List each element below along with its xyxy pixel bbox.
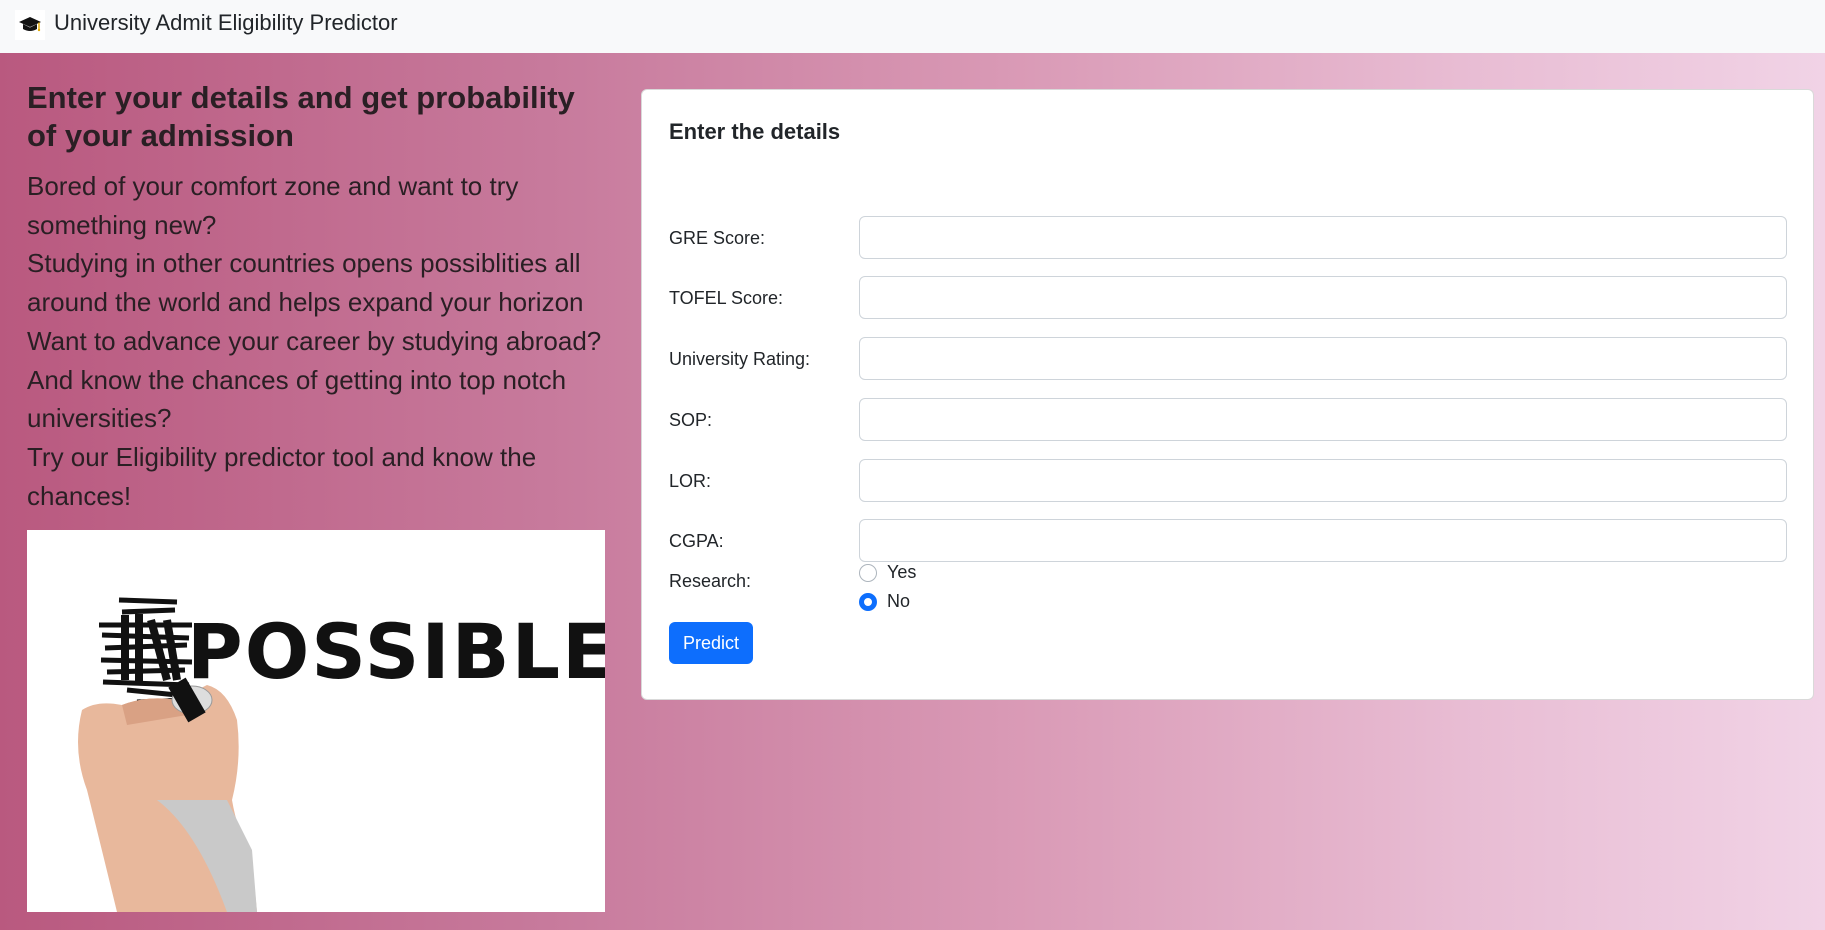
tofel-row: TOFEL Score: [669,276,1789,320]
radio-no-label[interactable]: No [887,591,910,612]
radio-no[interactable] [859,592,877,611]
sop-row: SOP: [669,398,1789,442]
intro-paragraph: Bored of your comfort zone and want to t… [27,167,607,515]
graduation-cap-icon[interactable] [15,9,45,40]
rating-input[interactable] [859,337,1787,380]
research-row: Research: Yes No [669,558,1789,618]
sop-input[interactable] [859,398,1787,441]
intro-line: Bored of your comfort zone and want to t… [27,171,519,201]
cgpa-row: CGPA: [669,519,1789,563]
navbar: University Admit Eligibility Predictor [0,0,1825,53]
intro-line: And know the chances of getting into top… [27,364,567,395]
gre-label: GRE Score: [669,228,766,248]
radio-yes-label[interactable]: Yes [887,562,916,583]
intro-column: Enter your details and get probability o… [27,79,607,515]
intro-line: around the world and helps expand your h… [27,287,584,318]
rating-label: University Rating: [669,349,811,369]
radio-yes[interactable] [859,563,877,582]
illustration-word: POSSIBLE [187,607,605,696]
lor-label: LOR: [669,471,712,491]
intro-line: chances! [27,480,132,511]
cgpa-label: CGPA: [669,531,724,551]
hero-section: Enter your details and get probability o… [0,53,1825,930]
form-title: Enter the details [669,119,841,144]
research-option-no[interactable]: No [859,587,916,616]
research-label: Research: [669,571,752,591]
sop-label: SOP: [669,410,713,430]
impossible-illustration: POSSIBLE [27,530,605,912]
gre-input[interactable] [859,216,1787,259]
details-form-card: Enter the details GRE Score: TOFEL Score… [641,89,1814,700]
intro-line: something new? [27,209,217,240]
lor-input[interactable] [859,459,1787,502]
intro-heading: Enter your details and get probability o… [27,80,575,153]
intro-line: universities? [27,403,172,434]
intro-line: Try our Eligibility predictor tool and k… [27,441,537,472]
intro-line: Studying in other countries opens possib… [27,248,581,279]
gre-row: GRE Score: [669,216,1789,260]
predict-button[interactable]: Predict [669,622,753,664]
app-title[interactable]: University Admit Eligibility Predictor [54,10,398,36]
tofel-label: TOFEL Score: [669,288,784,308]
research-option-yes[interactable]: Yes [859,558,916,587]
research-radio-group: Yes No [859,558,916,616]
rating-row: University Rating: [669,337,1789,381]
intro-line: Want to advance your career by studying … [27,325,602,356]
lor-row: LOR: [669,459,1789,503]
cgpa-input[interactable] [859,519,1787,562]
tofel-input[interactable] [859,276,1787,319]
